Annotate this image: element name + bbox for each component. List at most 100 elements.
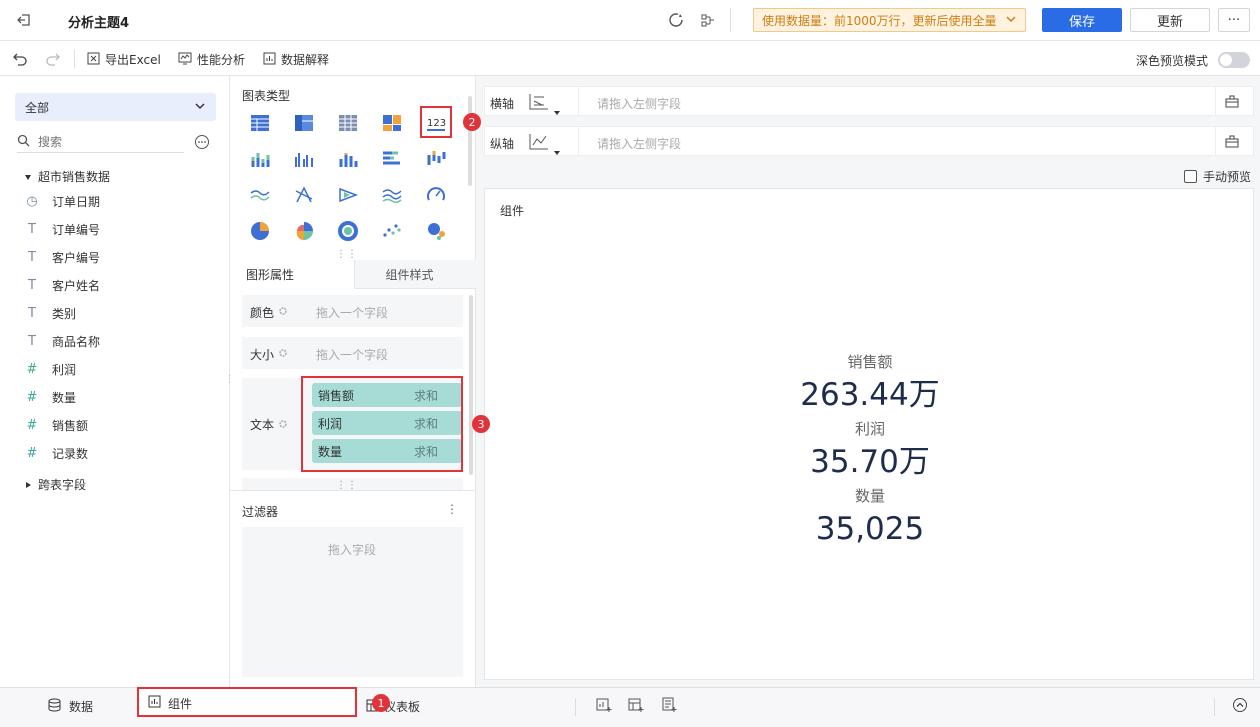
update-button[interactable]: 更新 — [1130, 8, 1210, 32]
tab-label: 图形属性 — [245, 268, 294, 282]
dataset-node[interactable]: 超市销售数据 — [24, 168, 110, 185]
scope-value: 全部 — [25, 100, 50, 115]
x-axis-row: 横轴 请拖入左侧字段 — [484, 86, 1254, 116]
color-property-row: 颜色 拖入一个字段 — [242, 295, 463, 327]
field-label: 销售额 — [52, 418, 89, 433]
chart-type-stacked-bar-icon[interactable] — [380, 147, 404, 171]
canvas-area: 横轴 请拖入左侧字段 纵轴 请拖入左侧字段 手动预览 组件 销售额 263.44… — [476, 76, 1260, 687]
scrollbar[interactable] — [468, 96, 472, 186]
x-axis-sort-icon[interactable] — [528, 91, 550, 116]
chart-type-gauge-icon[interactable] — [424, 183, 448, 207]
date-type-icon: ◷ — [26, 193, 38, 209]
field-item[interactable]: ◷ 订单日期 — [24, 187, 100, 215]
highlight-box — [137, 687, 357, 717]
gear-icon[interactable] — [278, 347, 288, 361]
tab-data-label: 数据 — [69, 700, 94, 714]
data-volume-notice[interactable]: 使用数据量：前1000万行，更新后使用全量 — [753, 8, 1026, 32]
collapse-up-icon[interactable] — [1232, 697, 1248, 716]
chevron-down-icon — [1005, 13, 1017, 28]
x-axis-drop-zone[interactable]: 请拖入左侧字段 — [597, 95, 681, 112]
toolbox-icon[interactable] — [1225, 94, 1239, 111]
chart-type-radar-line-icon[interactable] — [292, 183, 316, 207]
field-item[interactable]: T 客户编号 — [24, 243, 100, 271]
field-label: 类别 — [52, 306, 77, 321]
more-button[interactable]: ··· — [1218, 8, 1250, 32]
redo-icon[interactable] — [44, 50, 62, 68]
field-item[interactable]: # 利润 — [24, 355, 76, 383]
caret-right-icon — [24, 478, 32, 492]
divider — [230, 490, 476, 491]
undo-icon[interactable] — [11, 50, 29, 68]
chart-type-stacked-column-icon[interactable] — [248, 147, 272, 171]
chart-type-column-icon[interactable] — [336, 147, 360, 171]
data-explain-button[interactable]: 数据解释 — [263, 51, 329, 68]
gear-icon[interactable] — [278, 305, 288, 319]
tab-data[interactable]: 数据 — [48, 698, 93, 715]
save-button[interactable]: 保存 — [1042, 8, 1122, 32]
divider — [1215, 127, 1216, 155]
divider — [575, 698, 576, 716]
chart-type-grouped-column-icon[interactable] — [292, 147, 316, 171]
gear-icon[interactable] — [278, 418, 288, 432]
chart-type-cross-table-icon[interactable] — [292, 111, 316, 135]
chart-type-pie-icon[interactable] — [248, 219, 272, 243]
caret-down-icon[interactable] — [554, 145, 560, 159]
chart-type-area-line-icon[interactable] — [248, 183, 272, 207]
add-component-icon[interactable] — [596, 697, 612, 716]
kpi-block: 销售额 263.44万 利润 35.70万 数量 35,025 — [485, 351, 1255, 552]
back-icon[interactable] — [14, 10, 34, 30]
number-type-icon: # — [26, 361, 38, 377]
field-label: 订单编号 — [52, 222, 101, 237]
divider — [578, 127, 579, 155]
toggle-knob — [1220, 54, 1232, 66]
chart-type-range-column-icon[interactable] — [424, 147, 448, 171]
chart-type-stream-area-icon[interactable] — [380, 183, 404, 207]
text-type-icon: T — [28, 249, 36, 265]
field-item[interactable]: T 类别 — [24, 299, 76, 327]
filter-title: 过滤器 — [242, 505, 279, 519]
field-item[interactable]: # 数量 — [24, 383, 76, 411]
add-dashboard-icon[interactable] — [628, 697, 644, 716]
manual-preview-label: 手动预览 — [1203, 170, 1252, 184]
y-axis-drop-zone[interactable]: 请拖入左侧字段 — [597, 135, 681, 152]
chart-type-table-icon[interactable] — [248, 111, 272, 135]
chart-type-detail-table-icon[interactable] — [336, 111, 360, 135]
caret-down-icon[interactable] — [554, 105, 560, 119]
scrollbar[interactable] — [469, 295, 473, 475]
flow-icon[interactable] — [698, 10, 718, 30]
chart-type-bubble-icon[interactable] — [424, 219, 448, 243]
refresh-icon[interactable] — [666, 10, 686, 30]
color-drop-zone[interactable]: 拖入一个字段 — [316, 304, 388, 321]
dark-preview-toggle[interactable] — [1218, 52, 1250, 68]
add-report-icon[interactable] — [661, 697, 677, 716]
field-item[interactable]: # 销售额 — [24, 411, 88, 439]
field-label: 商品名称 — [52, 334, 101, 349]
cross-table-node[interactable]: 跨表字段 — [24, 476, 86, 493]
field-item[interactable]: T 订单编号 — [24, 215, 100, 243]
field-item[interactable]: T 客户姓名 — [24, 271, 100, 299]
tab-component-style[interactable]: 组件样式 — [354, 260, 476, 289]
field-item[interactable]: T 商品名称 — [24, 327, 100, 355]
step-badge: 2 — [463, 113, 481, 131]
filter-drop-zone[interactable]: 拖入字段 — [242, 527, 463, 677]
manual-preview-option[interactable]: 手动预览 — [1184, 168, 1251, 185]
performance-analysis-button[interactable]: 性能分析 — [178, 51, 245, 68]
size-drop-zone[interactable]: 拖入一个字段 — [316, 346, 388, 363]
splitter-handle[interactable]: ⋮⋮ — [336, 249, 358, 260]
caret-down-icon — [24, 170, 32, 184]
chart-type-treemap-icon[interactable] — [380, 111, 404, 135]
manual-preview-checkbox[interactable] — [1184, 170, 1197, 183]
chart-type-ring-icon[interactable] — [336, 219, 360, 243]
toolbox-icon[interactable] — [1225, 134, 1239, 151]
export-excel-button[interactable]: 导出Excel — [87, 51, 161, 68]
more-options-icon[interactable] — [193, 133, 211, 151]
scope-select[interactable]: 全部 — [15, 93, 216, 121]
chart-type-funnel-icon[interactable] — [336, 183, 360, 207]
chart-type-scatter-icon[interactable] — [380, 219, 404, 243]
y-axis-sort-icon[interactable] — [528, 131, 550, 156]
chart-type-rose-pie-icon[interactable] — [292, 219, 316, 243]
tab-graphic-props[interactable]: 图形属性 — [230, 260, 354, 289]
search-input[interactable] — [38, 134, 168, 149]
field-item[interactable]: # 记录数 — [24, 439, 88, 467]
more-vertical-icon[interactable]: ⋮ — [446, 502, 458, 516]
